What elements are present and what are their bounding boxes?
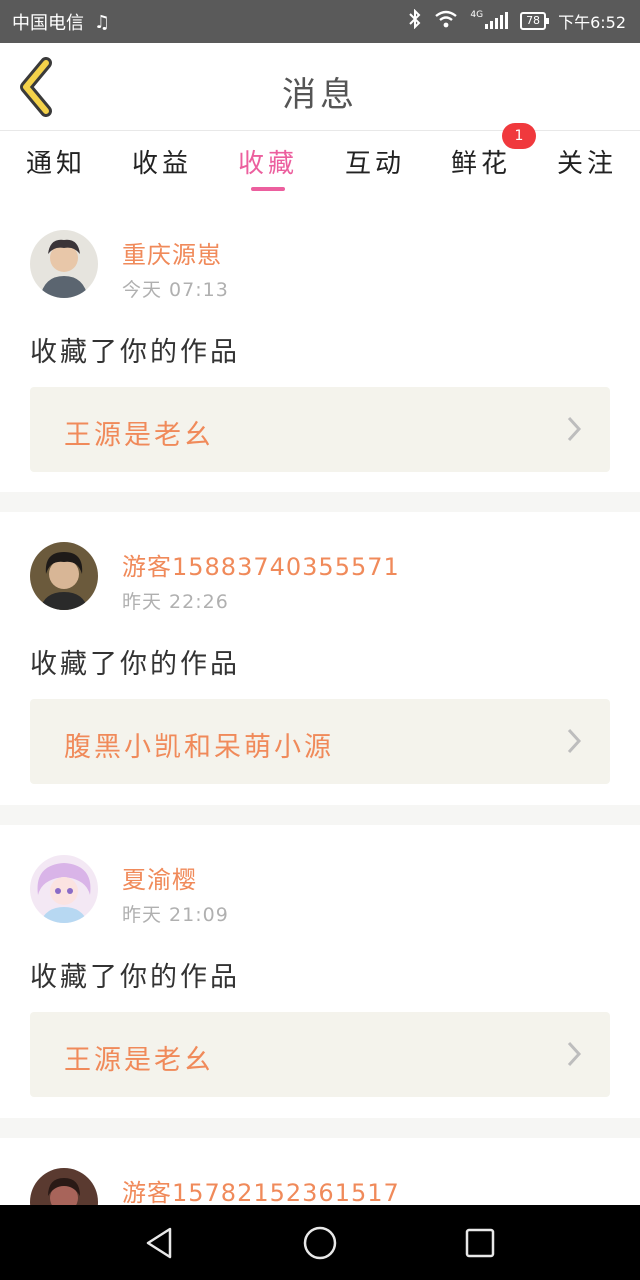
flowers-badge: 1 [502,123,536,149]
circle-home-icon [303,1226,337,1260]
chevron-right-icon [567,416,582,442]
divider [0,492,640,512]
tab-earnings[interactable]: 收益 [132,143,192,180]
tab-favorites[interactable]: 收藏 [238,143,298,180]
username[interactable]: 重庆源崽 [122,235,222,270]
tab-following[interactable]: 关注 [557,143,617,180]
active-tab-indicator [251,187,285,191]
avatar[interactable] [30,230,98,298]
network-type: 4G [470,10,484,20]
tab-notifications[interactable]: 通知 [26,143,86,180]
chevron-right-icon [567,728,582,754]
chevron-right-icon [567,1041,582,1067]
list-item: 重庆源崽 今天 07:13 收藏了你的作品 王源是老幺 [0,197,640,492]
avatar[interactable] [30,542,98,610]
status-right: 4G 78 下午6:52 [408,8,626,33]
tab-interactions[interactable]: 互动 [345,143,405,180]
triangle-back-icon [146,1227,172,1259]
nav-recents-button[interactable] [462,1225,498,1261]
bluetooth-icon [408,8,422,33]
list-item: 夏渝樱 昨天 21:09 收藏了你的作品 王源是老幺 [0,825,640,1120]
header: 消息 [0,43,640,131]
action-text: 收藏了你的作品 [30,649,240,680]
timestamp: 今天 07:13 [122,279,229,301]
action-text: 收藏了你的作品 [30,337,240,368]
work-link[interactable]: 王源是老幺 [30,387,610,472]
carrier-label: 中国电信 [12,13,84,34]
work-title: 王源是老幺 [64,1045,214,1076]
work-link[interactable]: 王源是老幺 [30,1012,610,1097]
battery-level: 78 [526,14,541,27]
signal-icon [485,12,509,29]
clock: 下午6:52 [558,13,626,32]
tab-bar: 通知 收益 收藏 互动 鲜花 关注 1 [0,123,640,197]
username[interactable]: 游客15782152361517 [122,1173,400,1205]
battery-icon: 78 [520,12,550,30]
wifi-icon [434,10,458,32]
square-recents-icon [465,1228,495,1258]
username[interactable]: 夏渝樱 [122,860,197,895]
work-title: 王源是老幺 [64,420,214,451]
divider [0,805,640,825]
navigation-bar [0,1205,640,1280]
nav-home-button[interactable] [302,1225,338,1261]
status-left: 中国电信 ♫ [12,9,110,35]
username[interactable]: 游客15883740355571 [122,547,400,582]
tab-flowers[interactable]: 鲜花 [451,143,511,180]
avatar[interactable] [30,1168,98,1205]
list-item: 游客15883740355571 昨天 22:26 收藏了你的作品 腹黑小凯和呆… [0,512,640,807]
timestamp: 昨天 22:26 [122,591,229,613]
music-note-icon: ♫ [94,11,111,33]
work-link[interactable]: 腹黑小凯和呆萌小源 [30,699,610,784]
list-item: 游客15782152361517 [0,1138,640,1205]
avatar[interactable] [30,855,98,923]
status-bar: 中国电信 ♫ 4G 78 下午6:52 [0,0,640,43]
timestamp: 昨天 21:09 [122,904,229,926]
page-title: 消息 [282,75,358,115]
action-text: 收藏了你的作品 [30,962,240,993]
divider [0,1118,640,1138]
nav-back-button[interactable] [142,1225,178,1261]
work-title: 腹黑小凯和呆萌小源 [64,732,334,763]
